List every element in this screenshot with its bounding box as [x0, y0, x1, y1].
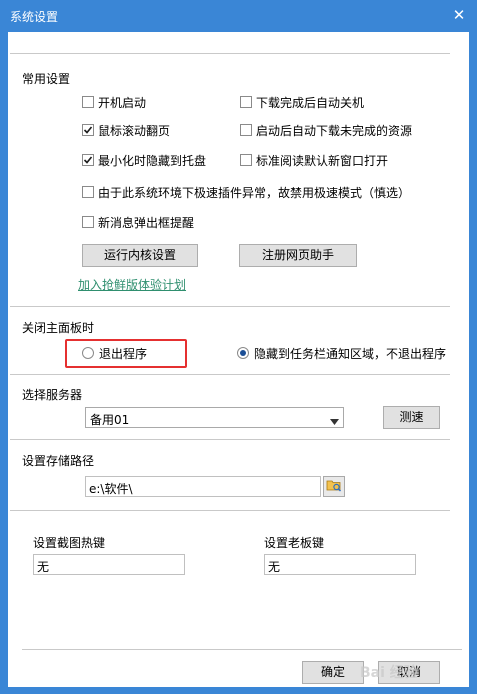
checkbox-box[interactable]: [82, 186, 94, 198]
boss-key-value: 无: [268, 560, 281, 574]
settings-content: 常用设置 开机启动 下载完成后自动关机 鼠标滚动翻页 启动后自动下载未完成的资源…: [8, 32, 469, 687]
beta-program-link[interactable]: 加入抢鲜版体验计划: [78, 276, 186, 293]
common-settings-heading: 常用设置: [22, 72, 71, 86]
checkbox-box[interactable]: [82, 154, 94, 166]
checkbox-open-new-window[interactable]: 标准阅读默认新窗口打开: [240, 152, 388, 168]
divider: [10, 510, 450, 511]
server-selected-value: 备用01: [90, 413, 130, 427]
boss-key-label: 设置老板键: [264, 536, 325, 550]
checkbox-startup[interactable]: 开机启动: [82, 94, 146, 110]
checkbox-shutdown-after-download[interactable]: 下载完成后自动关机: [240, 94, 364, 110]
checkbox-resume-downloads[interactable]: 启动后自动下载未完成的资源: [240, 122, 412, 138]
checkbox-message-popup[interactable]: 新消息弹出框提醒: [82, 214, 194, 230]
watermark: Bai 经验: [360, 665, 418, 681]
close-button[interactable]: ✕: [448, 4, 470, 26]
speed-test-button[interactable]: 测速: [383, 406, 440, 429]
footer-divider: [22, 649, 462, 650]
checkbox-label: 鼠标滚动翻页: [98, 123, 171, 138]
storage-path-value: e:\软件\: [89, 482, 133, 496]
radio-dot: [240, 350, 246, 356]
register-web-helper-button[interactable]: 注册网页助手: [239, 244, 357, 267]
ok-button[interactable]: 确定: [302, 661, 364, 684]
checkbox-box[interactable]: [82, 124, 94, 136]
screenshot-hotkey-input[interactable]: 无: [33, 554, 185, 575]
radio-hide-to-tray[interactable]: 隐藏到任务栏通知区域，不退出程序: [237, 345, 446, 361]
divider: [10, 374, 450, 375]
checkbox-scroll-page[interactable]: 鼠标滚动翻页: [82, 122, 170, 138]
checkbox-label: 由于此系统环境下极速插件异常，故禁用极速模式（慎选）: [98, 185, 411, 200]
checkbox-box[interactable]: [240, 154, 252, 166]
screenshot-hotkey-label: 设置截图热键: [33, 536, 106, 550]
checkbox-label: 标准阅读默认新窗口打开: [256, 153, 389, 168]
title-bar[interactable]: 系统设置 ✕: [0, 0, 477, 32]
server-heading: 选择服务器: [22, 388, 83, 402]
divider: [10, 306, 450, 307]
checkbox-label: 新消息弹出框提醒: [98, 215, 195, 230]
storage-path-input[interactable]: e:\软件\: [85, 476, 321, 497]
browse-folder-button[interactable]: [323, 476, 345, 497]
divider: [10, 439, 450, 440]
checkbox-box[interactable]: [82, 216, 94, 228]
checkmark-icon: [83, 126, 93, 134]
radio-exit-program[interactable]: 退出程序: [82, 345, 147, 361]
checkbox-box[interactable]: [240, 124, 252, 136]
dropdown-arrow-icon[interactable]: [330, 414, 339, 428]
folder-icon: [326, 478, 342, 495]
top-divider: [10, 53, 450, 54]
window-title: 系统设置: [10, 10, 59, 24]
kernel-settings-button[interactable]: 运行内核设置: [82, 244, 198, 267]
checkbox-box[interactable]: [240, 96, 252, 108]
screenshot-hotkey-value: 无: [37, 560, 50, 574]
radio-circle[interactable]: [237, 347, 249, 359]
checkbox-minimize-to-tray[interactable]: 最小化时隐藏到托盘: [82, 152, 206, 168]
radio-label: 隐藏到任务栏通知区域，不退出程序: [254, 346, 447, 361]
checkmark-icon: [83, 156, 93, 164]
checkbox-label: 启动后自动下载未完成的资源: [256, 123, 413, 138]
checkbox-label: 最小化时隐藏到托盘: [98, 153, 207, 168]
checkbox-label: 下载完成后自动关机: [256, 95, 365, 110]
server-select[interactable]: 备用01: [85, 407, 344, 428]
boss-key-input[interactable]: 无: [264, 554, 416, 575]
close-panel-heading: 关闭主面板时: [22, 321, 95, 335]
radio-circle[interactable]: [82, 347, 94, 359]
checkbox-label: 开机启动: [98, 95, 147, 110]
checkbox-box[interactable]: [82, 96, 94, 108]
storage-path-heading: 设置存储路径: [22, 454, 95, 468]
radio-label: 退出程序: [99, 346, 148, 361]
checkbox-disable-speed-mode[interactable]: 由于此系统环境下极速插件异常，故禁用极速模式（慎选）: [82, 184, 410, 200]
